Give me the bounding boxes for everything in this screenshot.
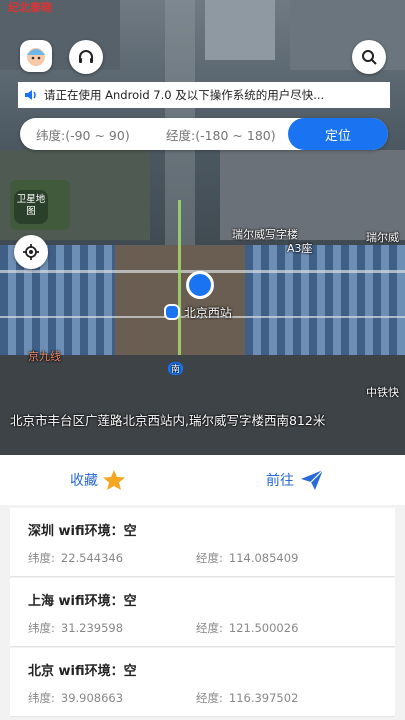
location-title: 深圳 wifi环境：空 [28, 524, 137, 539]
latitude-value: 纬度: 31.239598 [28, 621, 124, 635]
location-title: 上海 wifi环境：空 [28, 594, 137, 609]
goto-label: 前往 [266, 473, 294, 489]
send-icon [301, 469, 324, 490]
south-gate-marker: 南 [168, 362, 184, 375]
notice-bar[interactable]: 请正在使用 Android 7.0 及以下操作系统的用户尽快... [18, 82, 390, 108]
location-card[interactable]: 北京 wifi环境：空 纬度: 39.908663 经度: 116.397502 [10, 648, 395, 717]
poi-label: 瑞尔威 [366, 231, 399, 244]
longitude-value: 经度: 116.397502 [196, 691, 299, 705]
star-icon [103, 470, 125, 490]
longitude-value: 经度: 114.085409 [196, 551, 299, 565]
location-pin [186, 271, 214, 299]
satellite-toggle-button[interactable]: 卫星地图 [14, 190, 48, 224]
search-icon [362, 50, 377, 65]
location-card[interactable]: 上海 wifi环境：空 纬度: 31.239598 经度: 121.500026 [10, 578, 395, 647]
station-marker-icon [164, 304, 180, 320]
status-bar: 纪北泰晓 [0, 0, 405, 16]
latitude-value: 纬度: 39.908663 [28, 691, 124, 705]
rail-label: 京九线 [28, 350, 61, 363]
coordinate-form: 定位 [20, 118, 388, 150]
favorite-label: 收藏 [70, 473, 98, 489]
station-label: 北京西站 [164, 304, 232, 321]
poi-label: A3座 [287, 242, 313, 255]
customer-service-button[interactable] [69, 40, 103, 74]
crosshair-icon [23, 244, 39, 260]
app-logo[interactable] [20, 40, 52, 72]
bottom-panel: 收藏 前往 深圳 wifi环境：空 纬度: 22.544346 经度: 114.08… [0, 455, 405, 720]
address-text: 北京市丰台区广莲路北京西站内,瑞尔威写字楼西南812米 [10, 413, 326, 428]
location-title: 北京 wifi环境：空 [28, 664, 137, 679]
satellite-map[interactable]: 纪北泰晓 请正在使用 Android 7.0 及以下操作系统的用户尽快... 定… [0, 0, 405, 455]
longitude-value: 经度: 121.500026 [196, 621, 299, 635]
speaker-icon [25, 90, 36, 100]
locate-button[interactable]: 定位 [288, 118, 388, 150]
goto-button[interactable]: 前往 [266, 469, 324, 491]
my-location-button[interactable] [14, 235, 48, 269]
action-bar: 收藏 前往 [0, 455, 405, 505]
status-text: 纪北泰晓 [8, 1, 52, 14]
headset-icon [79, 50, 93, 63]
longitude-input[interactable] [164, 124, 290, 146]
location-card[interactable]: 深圳 wifi环境：空 纬度: 22.544346 经度: 114.085409 [10, 508, 395, 577]
notice-text: 请正在使用 Android 7.0 及以下操作系统的用户尽快... [44, 88, 325, 102]
station-name: 北京西站 [183, 306, 232, 320]
search-button[interactable] [352, 40, 386, 74]
avatar-icon [27, 48, 45, 66]
latitude-value: 纬度: 22.544346 [28, 551, 124, 565]
station-roof [245, 245, 405, 355]
map-block [0, 355, 405, 455]
latitude-input[interactable] [34, 124, 158, 146]
poi-label: 中铁快 [366, 386, 399, 399]
favorite-button[interactable]: 收藏 [70, 469, 126, 491]
